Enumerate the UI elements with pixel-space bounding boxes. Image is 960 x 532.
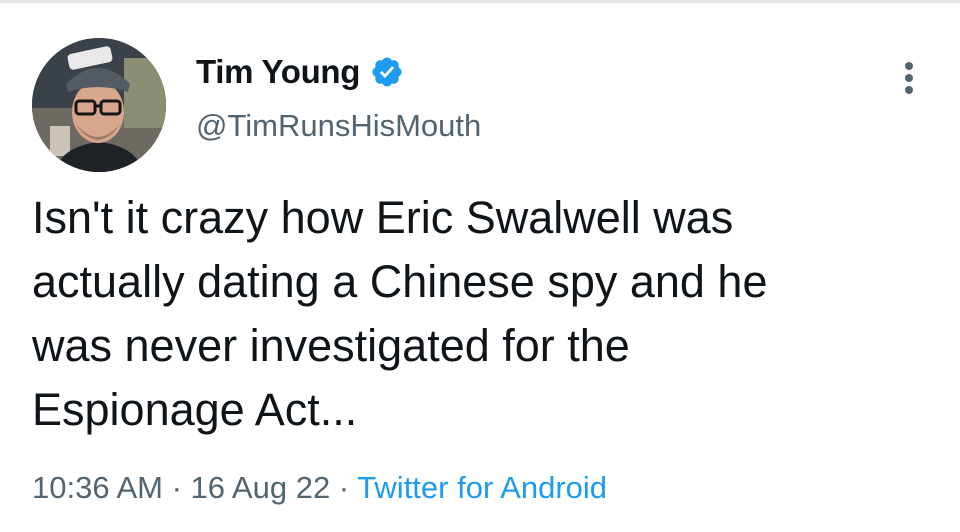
avatar-photo: [32, 38, 166, 172]
tweet-time[interactable]: 10:36 AM: [32, 470, 163, 505]
tweet-date[interactable]: 16 Aug 22: [191, 470, 331, 505]
author-block: Tim Young @TimRunsHisMouth: [196, 50, 481, 144]
more-vertical-icon[interactable]: [898, 58, 922, 98]
meta-separator: ·: [330, 470, 358, 505]
tweet-text-line: Espionage Act...: [32, 384, 358, 435]
verified-badge-icon: [372, 57, 402, 87]
tweet-text-line: Isn't it crazy how Eric Swalwell was: [32, 192, 734, 243]
handle[interactable]: @TimRunsHisMouth: [196, 108, 481, 144]
name-row: Tim Young: [196, 50, 481, 94]
display-name[interactable]: Tim Young: [196, 53, 360, 91]
tweet-text-line: was never investigated for the: [32, 320, 630, 371]
tweet-text-line: actually dating a Chinese spy and he: [32, 256, 768, 307]
tweet-source-link[interactable]: Twitter for Android: [357, 470, 607, 505]
tweet-meta: 10:36 AM · 16 Aug 22 · Twitter for Andro…: [32, 470, 607, 506]
tweet-card: Tim Young @TimRunsHisMouth Isn't it craz…: [0, 0, 960, 532]
avatar[interactable]: [32, 38, 166, 172]
tweet-text: Isn't it crazy how Eric Swalwell was act…: [32, 186, 932, 442]
meta-separator: ·: [162, 470, 191, 505]
